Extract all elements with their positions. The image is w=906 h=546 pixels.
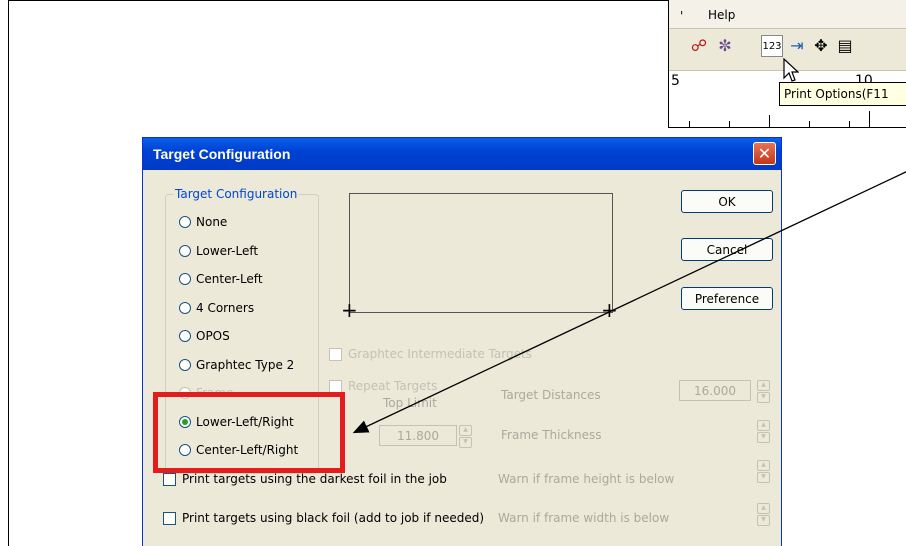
radio-button[interactable] [179,273,191,285]
spin-up-icon: ▲ [459,425,472,436]
dialog-title: Target Configuration [153,146,291,162]
radio-label: Lower-Left [196,244,259,258]
spin-down-icon: ▼ [757,432,770,443]
ruler-tick [849,121,850,127]
spin-down-icon: ▼ [757,472,770,483]
spin-up-icon: ▲ [757,460,770,471]
print-options-icon[interactable]: 123 [761,35,783,57]
radio-opos[interactable]: OPOS [179,329,230,343]
ruler-tick [769,115,770,127]
frame-thickness-label: Frame Thickness [501,428,602,442]
frame-thickness-spinner: ▲ ▼ [757,420,770,443]
spin-down-icon: ▼ [757,515,770,526]
ruler-tick [869,111,870,127]
target-distances-spinner: ▲ ▼ [757,380,770,403]
checkbox-label: Print targets using black foil (add to j… [182,511,485,525]
warn-height-spinner: ▲ ▼ [757,460,770,483]
ruler-tick [729,121,730,127]
checkbox-box [329,379,342,393]
radio-lower-left[interactable]: Lower-Left [179,244,258,258]
group-label: Target Configuration [173,187,300,201]
checkbox-label: Graphtec Intermediate Targets [348,347,532,361]
top-limit-label: Top Limit [383,396,437,410]
spin-down-icon: ▼ [757,392,770,403]
spin-up-icon: ▲ [757,420,770,431]
target-cross-left: + [341,298,358,322]
radio-button[interactable] [179,245,191,257]
highlight-box [153,392,345,473]
ruler-number: 5 [671,73,680,89]
warn-width-spinner: ▲ ▼ [757,503,770,526]
radio-graphtec-type-2[interactable]: Graphtec Type 2 [179,358,294,372]
menu-bar: ' Help [669,0,906,29]
radio-label: None [196,215,228,229]
repeat-targets-checkbox: Repeat Targets [329,379,437,393]
radio-label: 4 Corners [196,301,255,315]
target-distances-label: Target Distances [501,388,601,402]
checkbox-label: Print targets using the darkest foil in … [182,472,447,486]
spin-up-icon: ▲ [757,380,770,391]
checkbox-box[interactable] [163,472,176,486]
radio-button[interactable] [179,302,191,314]
radio-label: OPOS [196,329,230,343]
application-window-snippet: ' Help ☍ ✼ 123 ⇥ ✥ ▤ 5 10 Print Options(… [668,0,906,128]
spin-up-icon: ▲ [757,503,770,514]
menu-help[interactable]: Help [708,8,735,22]
radio-none[interactable]: None [179,215,227,229]
target-distances-input: 16.000 [679,380,751,401]
spin-down-icon: ▼ [459,437,472,448]
darkest-foil-checkbox[interactable]: Print targets using the darkest foil in … [163,472,447,486]
radio-button[interactable] [179,330,191,342]
frame-top-line [8,0,670,1]
top-limit-spinner: ▲ ▼ [459,425,472,448]
ruler-tick [809,121,810,127]
color-icon[interactable]: ✼ [715,35,735,55]
radio-button[interactable] [179,216,191,228]
black-foil-checkbox[interactable]: Print targets using black foil (add to j… [163,511,484,525]
warn-height-label: Warn if frame height is below [498,472,675,486]
menu-separator: ' [680,9,684,23]
print-options-tooltip: Print Options(F11 [779,82,906,106]
move-icon[interactable]: ✥ [811,35,831,55]
ruler-tick [689,121,690,127]
frame-left-line [8,0,9,546]
import-icon[interactable]: ⇥ [787,35,807,55]
radio-center-left[interactable]: Center-Left [179,272,263,286]
mouse-cursor-icon [783,58,799,82]
radio-label: Graphtec Type 2 [196,358,295,372]
target-cross-right: + [601,298,618,322]
panel-icon[interactable]: ▤ [835,35,855,55]
radio-label: Center-Left [196,272,263,286]
close-button[interactable]: ✕ [753,142,776,165]
checkbox-label: Repeat Targets [348,379,438,393]
ok-button[interactable]: OK [681,190,773,213]
radio-4-corners[interactable]: 4 Corners [179,301,254,315]
checkbox-box [329,347,342,361]
target-preview: + + [341,193,618,320]
warn-width-label: Warn if frame width is below [498,511,670,525]
target-configuration-dialog: Target Configuration ✕ Target Configurat… [142,137,782,546]
top-limit-input: 11.800 [379,425,457,446]
radio-button[interactable] [179,359,191,371]
dialog-titlebar[interactable]: Target Configuration ✕ [143,138,781,170]
print-icon[interactable]: ☍ [689,35,709,55]
preference-button[interactable]: Preference [681,287,773,310]
cancel-button[interactable]: Cancel [681,238,773,261]
checkbox-box[interactable] [163,511,176,525]
graphtec-intermediate-checkbox: Graphtec Intermediate Targets [329,347,532,361]
